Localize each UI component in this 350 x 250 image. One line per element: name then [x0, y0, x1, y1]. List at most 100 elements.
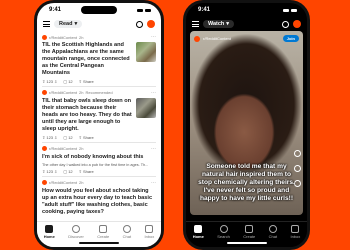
post-header: r/RedditContent 2h Recommended ⋯	[42, 90, 156, 96]
share-label: Share	[83, 78, 94, 84]
home-indicator[interactable]	[226, 242, 267, 244]
feed-selector[interactable]: Watch ▾	[203, 20, 235, 28]
share-label: Share	[83, 168, 94, 174]
tab-create[interactable]: Create	[243, 225, 255, 239]
post-header: r/RedditContent 2h ⋯	[42, 180, 156, 186]
menu-icon[interactable]	[192, 21, 199, 27]
feed-selector-label: Watch	[208, 21, 225, 27]
post-age: 2h	[79, 34, 84, 40]
comment-count: 12	[68, 168, 73, 174]
avatar[interactable]	[147, 20, 155, 28]
subreddit-icon	[42, 34, 47, 40]
feed-selector[interactable]: Read ▾	[54, 20, 83, 28]
status-time: 9:41	[49, 7, 62, 13]
tab-label: Home	[43, 234, 55, 239]
tab-label: Chat	[122, 234, 132, 239]
list-item[interactable]: r/RedditContent 2h Recommended ⋯ TIL tha…	[42, 87, 156, 143]
post-preview-text: The other day I walked into a pub for th…	[42, 162, 149, 167]
upvote-button[interactable]: ⇧ 123 ⇩	[42, 79, 57, 84]
tab-search[interactable]: Search	[217, 225, 230, 239]
plus-icon	[245, 225, 254, 233]
feed-selector-label: Read	[59, 21, 73, 27]
post-title[interactable]: How would you feel about school taking u…	[42, 188, 156, 216]
tab-label: Chat	[268, 234, 278, 239]
menu-icon[interactable]	[43, 21, 50, 27]
more-icon[interactable]: ⋯	[151, 90, 156, 96]
video-caption: Someone told me that my natural hair ins…	[198, 163, 295, 203]
comments-button[interactable]: ▢ 12	[63, 135, 72, 140]
tab-discover[interactable]: Discover	[68, 225, 84, 239]
app-bar: Watch ▾	[186, 17, 307, 31]
comment-count: 12	[68, 134, 73, 140]
signal-icon	[137, 8, 143, 12]
home-icon	[194, 225, 203, 233]
upvote-icon[interactable]	[294, 150, 301, 157]
post-title[interactable]: TIL that baby owls sleep down on their s…	[42, 98, 133, 133]
avatar[interactable]	[293, 20, 301, 28]
post-title[interactable]: I'm sick of nobody knowing about this	[42, 154, 156, 161]
read-feed-screen: 9:41 Read ▾ r/RedditContent 2h ⋯ TIL the…	[37, 3, 161, 247]
post-actions: ⇧ 123 ⇩ ▢ 12 ⇪ Share	[42, 135, 156, 140]
tab-chat[interactable]: Chat	[269, 225, 277, 239]
subreddit-name[interactable]: r/RedditContent	[49, 35, 77, 40]
post-thumbnail[interactable]	[136, 42, 156, 62]
more-icon[interactable]: ⋯	[151, 146, 156, 152]
list-item[interactable]: r/RedditContent 2h ⋯ How would you feel …	[42, 177, 156, 218]
comments-button[interactable]: ▢ 12	[63, 79, 72, 84]
list-item[interactable]: r/RedditContent 2h ⋯ I'm sick of nobody …	[42, 143, 156, 177]
chat-icon	[268, 225, 277, 233]
post-actions: ⇧ 123 ⇩ ▢ 12 ⇪ Share	[42, 169, 156, 174]
tab-inbox[interactable]: Inbox	[290, 225, 300, 239]
subreddit-name[interactable]: r/RedditContent	[49, 90, 77, 95]
post-age: 2h	[79, 90, 84, 96]
plus-icon	[99, 225, 108, 233]
chat-icon	[122, 225, 131, 233]
subreddit-name[interactable]: r/RedditContent	[49, 180, 77, 185]
post-header: r/RedditContent 2h ⋯	[42, 146, 156, 152]
tab-label: Create	[243, 234, 256, 239]
post-feed: r/RedditContent 2h ⋯ TIL the Scottish Hi…	[37, 31, 161, 218]
tab-home[interactable]: Home	[193, 225, 204, 239]
tab-inbox[interactable]: Inbox	[144, 225, 154, 239]
upvote-button[interactable]: ⇧ 123 ⇩	[42, 169, 57, 174]
signal-icon	[283, 8, 289, 12]
comment-count: 12	[68, 78, 73, 84]
home-icon	[45, 225, 54, 233]
tab-label: Search	[217, 234, 230, 239]
upvote-count: 123	[46, 168, 54, 174]
watch-feed-screen: 9:41 Watch ▾ r/RedditContent Join Someon…	[186, 3, 307, 247]
join-button[interactable]: Join	[282, 35, 299, 42]
more-icon[interactable]: ⋯	[151, 34, 156, 40]
phone-read-feed: 9:41 Read ▾ r/RedditContent 2h ⋯ TIL the…	[34, 0, 164, 250]
tab-create[interactable]: Create	[97, 225, 109, 239]
subreddit-name[interactable]: r/RedditContent	[49, 146, 77, 151]
search-icon[interactable]	[136, 20, 143, 28]
video-player[interactable]: r/RedditContent Join Someone told me tha…	[190, 31, 303, 215]
comments-button[interactable]: ▢ 12	[63, 169, 72, 174]
list-item[interactable]: r/RedditContent 2h ⋯ TIL the Scottish Hi…	[42, 31, 156, 87]
bell-icon	[291, 225, 300, 233]
share-button[interactable]: ⇪ Share	[79, 169, 94, 174]
post-thumbnail[interactable]	[136, 97, 156, 118]
post-title[interactable]: TIL the Scottish Highlands and the Appal…	[42, 42, 133, 77]
search-icon[interactable]	[282, 20, 289, 28]
home-indicator[interactable]	[79, 242, 119, 244]
tab-home[interactable]: Home	[44, 225, 55, 239]
upvote-button[interactable]: ⇧ 123 ⇩	[42, 135, 57, 140]
tab-label: Discover	[68, 234, 84, 239]
tab-chat[interactable]: Chat	[123, 225, 131, 239]
upvote-count: 123	[46, 78, 54, 84]
tab-label: Inbox	[290, 234, 301, 239]
phone-notch	[81, 6, 117, 14]
more-icon[interactable]: ⋯	[151, 180, 156, 186]
search-icon	[219, 225, 228, 233]
subreddit-icon	[42, 146, 47, 152]
share-button[interactable]: ⇪ Share	[79, 79, 94, 84]
status-icons	[137, 8, 151, 12]
share-button[interactable]: ⇪ Share	[79, 135, 94, 140]
chevron-down-icon: ▾	[226, 21, 230, 27]
post-age: 2h	[79, 146, 84, 152]
bell-icon	[145, 225, 154, 233]
tab-label: Create	[97, 234, 110, 239]
subreddit-name[interactable]: r/RedditContent	[203, 36, 231, 41]
